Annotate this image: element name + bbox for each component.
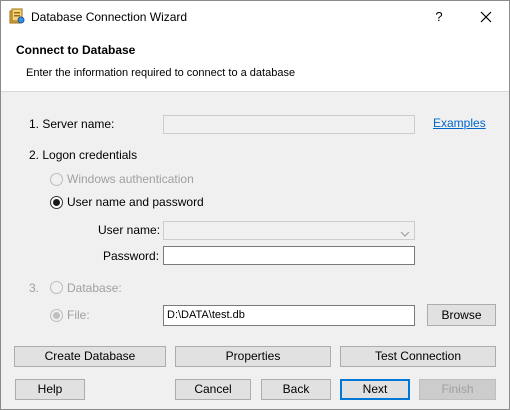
wizard-header: Connect to Database Enter the informatio…	[1, 33, 509, 92]
title-help-button[interactable]: ?	[419, 1, 459, 33]
password-label: Password:	[103, 249, 160, 263]
test-connection-button[interactable]: Test Connection	[340, 346, 496, 367]
user-password-label: User name and password	[67, 195, 204, 209]
server-name-input[interactable]	[163, 115, 415, 134]
database-radio[interactable]	[50, 281, 63, 294]
radio-selected-dot	[53, 199, 60, 206]
cancel-button[interactable]: Cancel	[175, 379, 251, 400]
windows-auth-label: Windows authentication	[67, 172, 194, 186]
page-title: Connect to Database	[16, 43, 136, 57]
step-3-label: 3.	[29, 281, 40, 295]
file-path-input[interactable]: D:\DATA\test.db	[163, 305, 415, 326]
help-button[interactable]: Help	[15, 379, 85, 400]
chevron-down-icon	[400, 227, 410, 244]
examples-link[interactable]: Examples	[433, 116, 486, 130]
properties-button[interactable]: Properties	[175, 346, 331, 367]
file-label: File:	[67, 308, 90, 322]
close-button[interactable]	[463, 1, 509, 33]
radio-selected-dot	[53, 312, 60, 319]
back-button[interactable]: Back	[261, 379, 331, 400]
file-radio[interactable]	[50, 309, 63, 322]
finish-button[interactable]: Finish	[419, 379, 496, 400]
user-name-label: User name:	[98, 223, 161, 237]
database-connection-wizard-window: Database Connection Wizard ? Connect to …	[0, 0, 510, 410]
password-field[interactable]	[163, 246, 415, 265]
server-name-label: 1. Server name:	[29, 117, 115, 131]
window-title: Database Connection Wizard	[31, 10, 188, 24]
page-subtitle: Enter the information required to connec…	[26, 67, 296, 79]
database-wizard-app-icon	[9, 8, 25, 24]
user-name-combobox[interactable]	[163, 221, 415, 240]
close-icon	[480, 11, 492, 23]
create-database-button[interactable]: Create Database	[14, 346, 166, 367]
user-password-radio[interactable]	[50, 196, 63, 209]
next-button[interactable]: Next	[340, 379, 410, 400]
windows-auth-radio[interactable]	[50, 173, 63, 186]
database-label: Database:	[67, 281, 122, 295]
title-bar: Database Connection Wizard ?	[1, 1, 509, 33]
browse-button[interactable]: Browse	[427, 304, 496, 326]
logon-credentials-label: 2. Logon credentials	[29, 148, 138, 162]
